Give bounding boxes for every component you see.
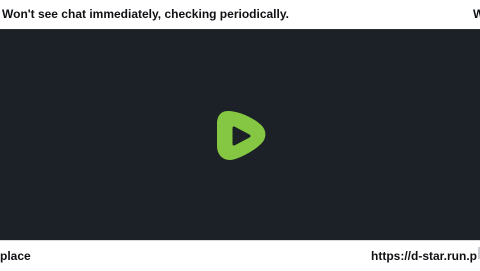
ticker-message: Won't see chat immediately, checking per… (2, 7, 289, 21)
ticker-message-repeat: W (473, 7, 480, 21)
video-player[interactable] (0, 30, 480, 240)
top-ticker-banner: Won't see chat immediately, checking per… (0, 0, 480, 30)
bottom-ticker-banner: place https://d-star.run.p (0, 240, 480, 271)
bottom-ticker-url: https://d-star.run.p (371, 249, 477, 263)
rumble-play-icon[interactable] (216, 108, 266, 162)
bottom-ticker-left-text: place (0, 249, 31, 263)
